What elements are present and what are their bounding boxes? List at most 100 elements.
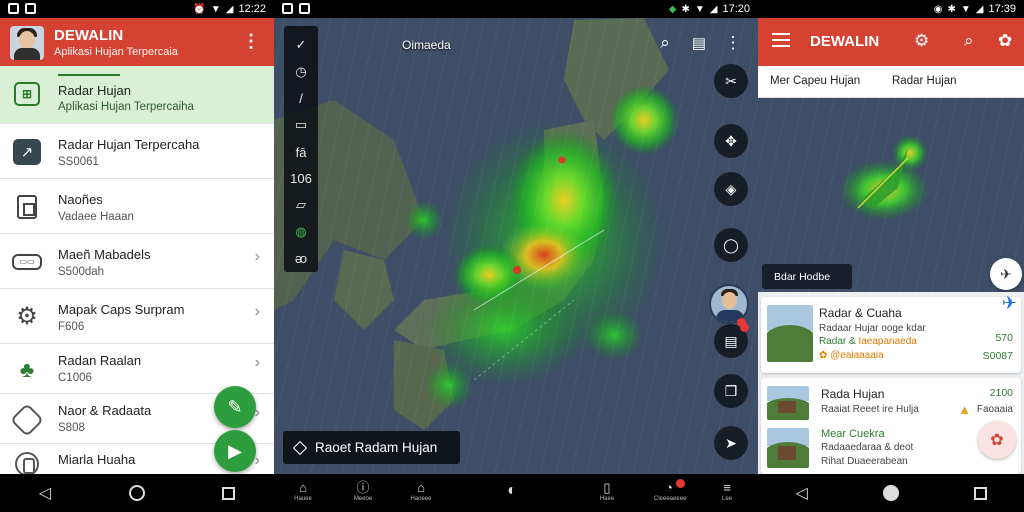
more-vert-icon[interactable]: ⋮ — [242, 32, 260, 50]
film-icon[interactable]: ᴔ — [284, 245, 318, 272]
status-time: 17:39 — [988, 3, 1016, 15]
compass-icon[interactable]: ✈ — [990, 258, 1022, 290]
list-item-label: Radar Hujan Terpercaha — [58, 137, 200, 152]
chat-icon[interactable]: ◯ — [714, 228, 748, 262]
list-item-value: SS0061 — [58, 156, 99, 168]
avatar[interactable] — [10, 26, 44, 60]
cherry-icon: ✿ — [990, 432, 1004, 449]
bottom-nav-item[interactable]: ▯ Haee — [592, 480, 622, 502]
active-underline — [58, 74, 120, 76]
bottom-nav-label: Haoeee — [410, 496, 432, 502]
status-time: 12:22 — [238, 3, 266, 15]
layers-icon[interactable]: ▭ — [284, 112, 318, 139]
back-icon[interactable]: ◁ — [795, 483, 807, 503]
list-item[interactable]: Naoñes Vadaee Haaan — [0, 179, 274, 234]
app-notification-icon — [299, 3, 310, 14]
edit-fab-button[interactable]: ✎ — [214, 386, 256, 428]
bottom-nav-item[interactable]: ⌂ Haoeee — [406, 480, 436, 502]
settings-search-icon[interactable]: ⚙ — [914, 31, 929, 51]
map-toolbar: ✓ ◷ / ▭ fā 106 ▱ ◍ ᴔ — [284, 26, 318, 272]
mini-map[interactable] — [758, 98, 1024, 292]
chevron-right-icon: › — [254, 248, 260, 265]
warning-icon: ▲ — [958, 402, 971, 417]
chart-icon: ↗ — [12, 138, 42, 166]
tab-capeu-hujan[interactable]: Mer Capeu Hujan — [770, 75, 860, 87]
map-area-label: Bdar Hodbe — [762, 264, 852, 289]
list-item-value: S808 — [58, 422, 85, 434]
card-title: Rada Hujan — [821, 387, 885, 401]
timer-icon[interactable]: 106 — [284, 165, 318, 192]
app-notification-icon — [282, 3, 293, 14]
list-item-value: C1006 — [58, 372, 92, 384]
clock-icon[interactable]: ◷ — [284, 59, 318, 86]
card-meta: ✿ @eaiaaaaia — [819, 350, 884, 361]
radar-chip[interactable]: Raoet Radam Hujan — [283, 431, 460, 464]
record-icon: ◉ — [933, 3, 943, 15]
bookmark-icon[interactable]: ❒ — [714, 374, 748, 408]
home-icon[interactable] — [882, 485, 899, 501]
more-vert-icon[interactable]: ⋮ — [720, 30, 746, 56]
notification-icon: ◆ — [668, 3, 677, 15]
gear-icon: ⚙ — [16, 303, 38, 330]
list-item-label: Maeñ Mabadels — [58, 247, 151, 262]
list-item[interactable]: ⊞ Radar Hujan Aplikasi Hujan Terpercaiha — [0, 66, 274, 124]
search-icon[interactable]: ⌕ — [964, 31, 974, 51]
card-meta: Rihat Duaeerabean — [821, 456, 908, 467]
card-tag: Radar & Iaeapanaeda — [819, 336, 917, 347]
cherry-fab-button[interactable]: ✿ — [978, 421, 1016, 459]
list-item-value: S500dah — [58, 266, 105, 278]
chevron-right-icon: › — [254, 303, 260, 320]
home-icon: ⌂ — [299, 480, 307, 495]
target-icon[interactable]: ◈ — [714, 172, 748, 206]
back-icon[interactable]: ◁ — [39, 483, 51, 503]
search-icon[interactable]: ⌕ — [652, 30, 678, 56]
app-header: DEWALIN Aplikasi Hujan Terpercaia ⋮ — [0, 18, 274, 66]
check-icon[interactable]: ✓ — [284, 32, 318, 59]
detail-panel: ◉ ✱ ▼ ◢ 17:39 DEWALIN ⚙ ⌕ ✿ Mer Capeu Hu… — [758, 0, 1024, 512]
tab-radar-hujan[interactable]: Radar Hujan — [892, 75, 957, 87]
thumbnail-image — [767, 386, 809, 420]
card-value: Faoaaia — [976, 404, 1013, 415]
bottom-nav-label: Cleeeaeeee — [654, 496, 687, 502]
tools-icon[interactable]: ✂ — [714, 64, 748, 98]
list-item[interactable]: ▭▭ Maeñ Mabadels S500dah › — [0, 234, 274, 289]
wifi-icon: ▼ — [694, 3, 705, 15]
list-item-label: Radar Hujan — [58, 83, 131, 98]
app-title: DEWALIN — [810, 33, 880, 50]
hamburger-icon[interactable] — [772, 33, 790, 51]
list-item-value: F606 — [58, 321, 85, 333]
list-item-label: Naoñes — [58, 192, 103, 207]
recents-icon[interactable] — [222, 486, 236, 500]
bottom-nav-item[interactable]: ⓘ Meeoe — [348, 480, 378, 502]
note-icon[interactable]: ▤ — [686, 30, 712, 56]
list-item[interactable]: ⚙ Mapak Caps Surpram F606 › — [0, 289, 274, 344]
play-fab-button[interactable]: ▶ — [214, 430, 256, 472]
status-bar: ◉ ✱ ▼ ◢ 17:39 — [758, 0, 1024, 18]
bottom-nav-item[interactable]: ◐ — [497, 483, 527, 499]
drawer-panel: ⏰ ▼ ◢ 12:22 DEWALIN Aplikasi Hujan Terpe… — [0, 0, 274, 512]
weather-card[interactable]: Radar & Cuaha Radaar Hujar ooge kdar Rad… — [761, 293, 1021, 373]
list-icon[interactable]: fā — [284, 139, 318, 166]
rain-overlay — [758, 98, 1024, 292]
system-nav-bar: ◁ — [758, 474, 1024, 512]
weather-card[interactable]: Rada Hujan Raaiat Reeet ire Hulja Mear C… — [761, 378, 1021, 474]
bottom-nav-label: Lee — [721, 496, 732, 502]
frame-icon[interactable]: ▱ — [284, 192, 318, 219]
bottom-nav-label: Hauee — [294, 496, 312, 502]
bottom-nav-item[interactable]: ≡ Lee — [712, 480, 742, 502]
list-item-label: Naor & Radaata — [58, 403, 152, 418]
leaf-icon[interactable]: ◍ — [284, 219, 318, 246]
bottom-nav-item[interactable]: ⌂ Hauee — [288, 480, 318, 502]
card-subtitle: Raaiat Reeet ire Hulja — [821, 404, 919, 415]
pencil-icon[interactable]: / — [284, 85, 318, 112]
move-icon[interactable]: ✥ — [714, 124, 748, 158]
recents-icon[interactable] — [973, 486, 987, 500]
list-item[interactable]: ↗ Radar Hujan Terpercaha SS0061 — [0, 124, 274, 179]
gear-icon[interactable]: ✿ — [998, 31, 1012, 51]
status-time: 17:20 — [722, 3, 750, 15]
play-icon: ▶ — [228, 440, 242, 461]
home-icon[interactable] — [128, 485, 145, 501]
document-icon — [12, 193, 42, 221]
radar-map-panel: ◆ ✱ ▼ ◢ 17:20 ✓ ◷ / ▭ fā 106 ▱ ◍ ᴔ Oimae… — [274, 0, 758, 512]
navigate-icon[interactable]: ➤ — [714, 426, 748, 460]
